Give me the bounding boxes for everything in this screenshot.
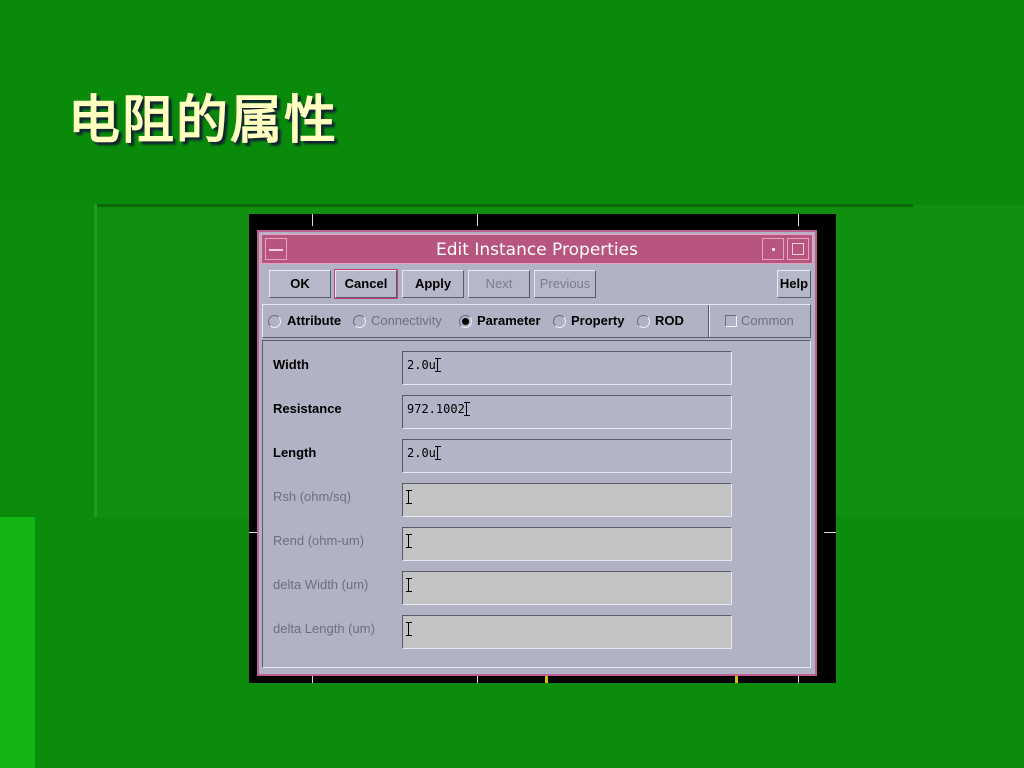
text-cursor-icon bbox=[406, 490, 412, 504]
radio-parameter-label[interactable]: Parameter bbox=[477, 313, 541, 328]
text-cursor-icon bbox=[434, 446, 441, 460]
dialog-title: Edit Instance Properties bbox=[436, 240, 638, 260]
parameter-form: Width 2.0u Resistance 972.1002 Length 2.… bbox=[262, 340, 811, 668]
form-type-selector: Attribute Connectivity Parameter Propert… bbox=[262, 304, 811, 338]
text-cursor-icon bbox=[406, 622, 412, 636]
next-button[interactable]: Next bbox=[468, 270, 530, 298]
previous-button[interactable]: Previous bbox=[534, 270, 596, 298]
radio-rod[interactable] bbox=[637, 315, 650, 328]
delta-length-input[interactable] bbox=[402, 615, 732, 649]
slide-decor-line bbox=[94, 204, 97, 517]
layout-tick bbox=[312, 214, 313, 226]
resistance-value: 972.1002 bbox=[407, 402, 465, 416]
radio-attribute-label[interactable]: Attribute bbox=[287, 313, 341, 328]
field-label-resistance: Resistance bbox=[273, 401, 342, 416]
text-cursor-icon bbox=[463, 402, 470, 416]
divider bbox=[708, 305, 710, 337]
text-cursor-icon bbox=[434, 358, 441, 372]
radio-property[interactable] bbox=[553, 315, 566, 328]
radio-attribute[interactable] bbox=[268, 315, 281, 328]
apply-button[interactable]: Apply bbox=[402, 270, 464, 298]
radio-rod-label[interactable]: ROD bbox=[655, 313, 684, 328]
radio-parameter[interactable] bbox=[459, 315, 472, 328]
delta-width-input[interactable] bbox=[402, 571, 732, 605]
common-checkbox[interactable] bbox=[725, 315, 737, 327]
length-value: 2.0u bbox=[407, 446, 436, 460]
text-cursor-icon bbox=[406, 534, 412, 548]
layout-tick bbox=[798, 214, 799, 226]
minimize-button[interactable] bbox=[762, 238, 784, 260]
dialog-titlebar[interactable]: Edit Instance Properties bbox=[261, 234, 813, 264]
layout-tick bbox=[824, 532, 836, 533]
slide-background-strip bbox=[0, 517, 35, 768]
common-checkbox-label[interactable]: Common bbox=[741, 313, 794, 328]
layout-tick bbox=[477, 214, 478, 226]
help-button[interactable]: Help bbox=[777, 270, 811, 298]
width-value: 2.0u bbox=[407, 358, 436, 372]
radio-property-label[interactable]: Property bbox=[571, 313, 624, 328]
width-input[interactable]: 2.0u bbox=[402, 351, 732, 385]
rend-input[interactable] bbox=[402, 527, 732, 561]
field-label-delta-length: delta Length (um) bbox=[273, 621, 375, 636]
field-label-rend: Rend (ohm-um) bbox=[273, 533, 365, 548]
radio-connectivity[interactable] bbox=[353, 315, 366, 328]
resistance-input[interactable]: 972.1002 bbox=[402, 395, 732, 429]
text-cursor-icon bbox=[406, 578, 412, 592]
field-label-width: Width bbox=[273, 357, 309, 372]
maximize-button[interactable] bbox=[787, 238, 809, 260]
length-input[interactable]: 2.0u bbox=[402, 439, 732, 473]
rsh-input[interactable] bbox=[402, 483, 732, 517]
edit-instance-properties-dialog: Edit Instance Properties OK Cancel Apply… bbox=[257, 230, 817, 676]
field-label-rsh: Rsh (ohm/sq) bbox=[273, 489, 352, 504]
cancel-button[interactable]: Cancel bbox=[334, 269, 398, 299]
radio-connectivity-label[interactable]: Connectivity bbox=[371, 313, 442, 328]
field-label-length: Length bbox=[273, 445, 317, 460]
slide-title: 电阻的属性 bbox=[68, 90, 339, 151]
field-label-delta-width: delta Width (um) bbox=[273, 577, 369, 592]
slide-decor-line bbox=[95, 204, 913, 207]
ok-button[interactable]: OK bbox=[269, 270, 331, 298]
